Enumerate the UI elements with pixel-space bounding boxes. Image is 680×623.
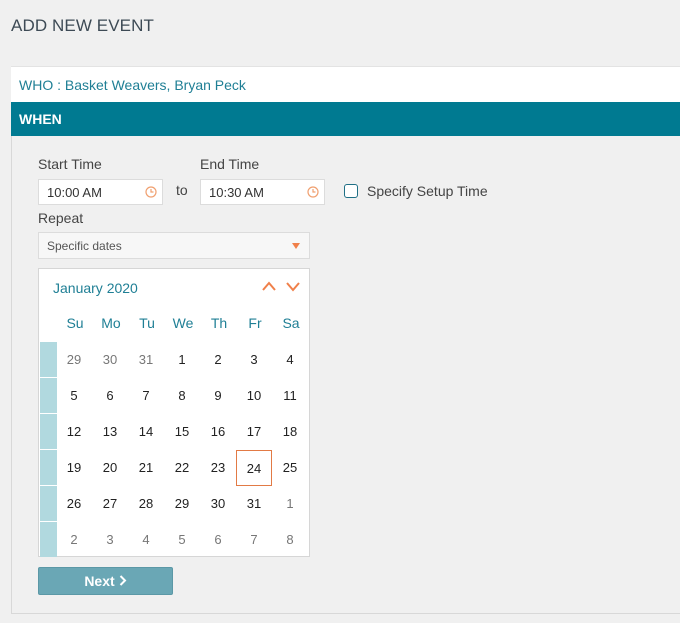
calendar-day[interactable]: 8	[164, 378, 200, 414]
calendar-day[interactable]: 15	[164, 414, 200, 450]
calendar-week-row: 2345678	[39, 522, 309, 558]
calendar-day[interactable]: 13	[92, 414, 128, 450]
chevron-up-icon[interactable]	[261, 279, 277, 293]
calendar-day[interactable]: 20	[92, 450, 128, 486]
calendar-day[interactable]: 10	[236, 378, 272, 414]
week-selector[interactable]	[40, 378, 57, 413]
calendar-day[interactable]: 30	[200, 486, 236, 522]
calendar-day[interactable]: 24	[236, 450, 272, 486]
calendar-day[interactable]: 2	[56, 522, 92, 558]
end-time-input[interactable]: 10:30 AM	[200, 179, 325, 205]
start-time-label: Start Time	[38, 156, 102, 172]
calendar-day[interactable]: 23	[200, 450, 236, 486]
calendar-day[interactable]: 3	[236, 342, 272, 378]
calendar-day[interactable]: 18	[272, 414, 308, 450]
week-selector[interactable]	[40, 414, 57, 449]
week-selector[interactable]	[40, 522, 57, 557]
calendar-day[interactable]: 28	[128, 486, 164, 522]
calendar-day[interactable]: 16	[200, 414, 236, 450]
calendar-month-label: January 2020	[53, 280, 138, 296]
clock-icon[interactable]	[145, 186, 157, 198]
calendar-day[interactable]: 1	[164, 342, 200, 378]
repeat-select[interactable]: Specific dates	[38, 232, 310, 259]
calendar-day[interactable]: 4	[128, 522, 164, 558]
calendar-day[interactable]: 19	[56, 450, 92, 486]
calendar-day[interactable]: 29	[164, 486, 200, 522]
calendar-day[interactable]: 27	[92, 486, 128, 522]
calendar-day[interactable]: 22	[164, 450, 200, 486]
calendar-day[interactable]: 11	[272, 378, 308, 414]
week-selector[interactable]	[40, 342, 57, 377]
chevron-down-icon[interactable]	[285, 279, 301, 293]
week-selector[interactable]	[40, 486, 57, 521]
calendar-day[interactable]: 7	[128, 378, 164, 414]
to-label: to	[176, 182, 188, 198]
weekday-label: Tu	[139, 315, 155, 331]
calendar-week-row: 12 13 14 15 16 17 18	[39, 414, 309, 450]
calendar-day[interactable]: 6	[200, 522, 236, 558]
calendar-day[interactable]: 1	[272, 486, 308, 522]
calendar-day[interactable]: 31	[236, 486, 272, 522]
weekday-header: Su Mo Tu We Th Fr Sa	[57, 315, 309, 333]
weekday-label: Th	[210, 315, 228, 331]
repeat-value: Specific dates	[47, 239, 122, 253]
week-selector[interactable]	[40, 450, 57, 485]
weekday-label: We	[172, 315, 194, 331]
weekday-label: Fr	[248, 315, 262, 331]
calendar-day[interactable]: 2	[200, 342, 236, 378]
calendar-day[interactable]: 6	[92, 378, 128, 414]
chevron-right-icon	[119, 575, 127, 586]
calendar-day[interactable]: 21	[128, 450, 164, 486]
start-time-input[interactable]: 10:00 AM	[38, 179, 163, 205]
calendar-day[interactable]: 8	[272, 522, 308, 558]
calendar-day[interactable]: 4	[272, 342, 308, 378]
next-button-label: Next	[84, 573, 115, 589]
calendar-day[interactable]: 26	[56, 486, 92, 522]
calendar-week-row: 5 6 7 8 9 10 11	[39, 378, 309, 414]
calendar-day[interactable]: 3	[92, 522, 128, 558]
when-header: WHEN	[11, 102, 680, 136]
calendar-day[interactable]: 29	[56, 342, 92, 378]
calendar-day[interactable]: 12	[56, 414, 92, 450]
calendar-day[interactable]: 31	[128, 342, 164, 378]
start-time-value: 10:00 AM	[47, 185, 102, 200]
weekday-label: Mo	[101, 315, 121, 331]
weekday-label: Su	[66, 315, 84, 331]
setup-time-label[interactable]: Specify Setup Time	[367, 183, 488, 199]
calendar-week-row: 26 27 28 29 30 31 1	[39, 486, 309, 522]
end-time-value: 10:30 AM	[209, 185, 264, 200]
repeat-label: Repeat	[38, 210, 84, 226]
calendar-week-row: 19 20 21 22 23 24 25	[39, 450, 309, 486]
calendar-day[interactable]: 30	[92, 342, 128, 378]
weekday-label: Sa	[282, 315, 300, 331]
who-bar: WHO : Basket Weavers, Bryan Peck	[11, 66, 680, 103]
calendar-day[interactable]: 17	[236, 414, 272, 450]
calendar-day[interactable]: 14	[128, 414, 164, 450]
date-calendar: January 2020 Su Mo Tu We Th Fr Sa 29 30 31 1 2 3 4 5 6…	[38, 268, 310, 557]
calendar-week-row: 29 30 31 1 2 3 4	[39, 342, 309, 378]
setup-time-checkbox[interactable]	[344, 184, 358, 198]
clock-icon[interactable]	[307, 186, 319, 198]
caret-down-icon	[292, 243, 300, 249]
when-label: WHEN	[19, 111, 62, 127]
calendar-day[interactable]: 7	[236, 522, 272, 558]
calendar-day[interactable]: 5	[56, 378, 92, 414]
calendar-day[interactable]: 9	[200, 378, 236, 414]
end-time-label: End Time	[200, 156, 260, 172]
page-title: ADD NEW EVENT	[11, 16, 154, 35]
who-text[interactable]: WHO : Basket Weavers, Bryan Peck	[19, 77, 246, 93]
calendar-day[interactable]: 25	[272, 450, 308, 486]
next-button[interactable]: Next	[38, 567, 173, 595]
calendar-day[interactable]: 5	[164, 522, 200, 558]
